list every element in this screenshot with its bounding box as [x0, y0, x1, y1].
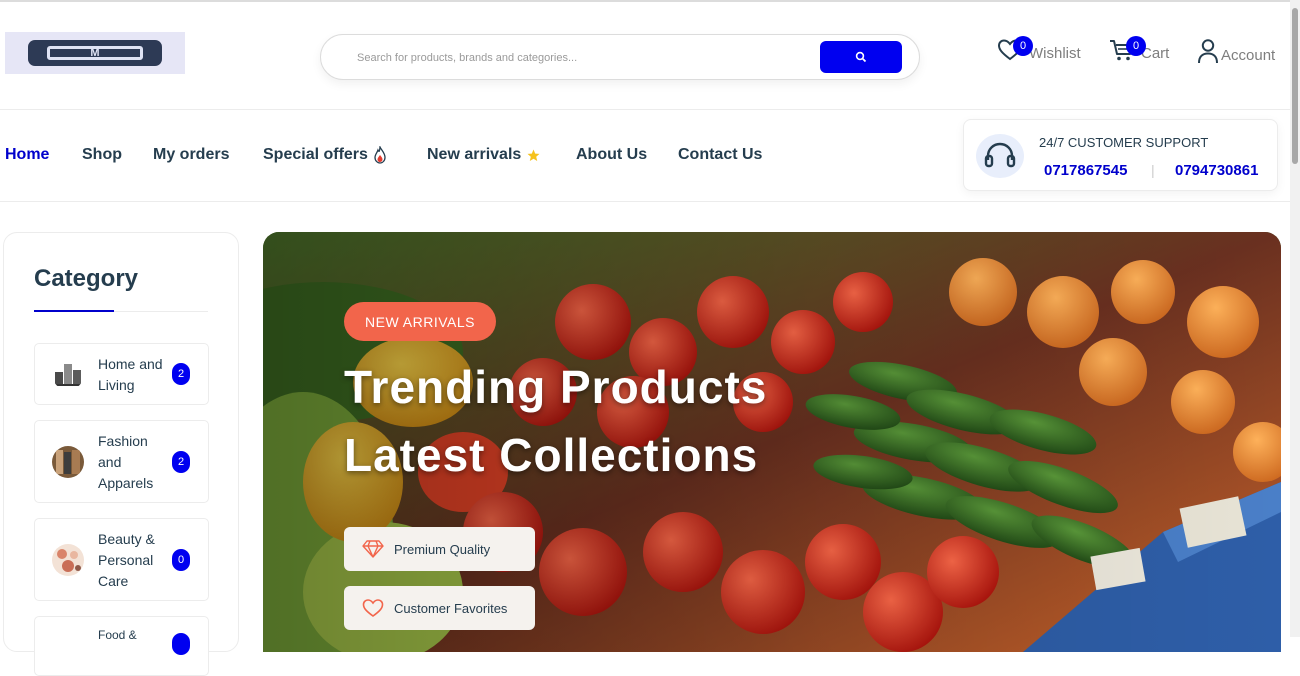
nav-my-orders-label: My orders [153, 146, 230, 163]
nav-shop-label: Shop [82, 146, 122, 163]
category-name: Home and Living [98, 356, 163, 393]
search-bar [320, 34, 920, 80]
nav-special-offers[interactable]: Special offers [263, 146, 387, 164]
hero-heading-line-1: Trending Products [344, 361, 768, 413]
hero-banner: NEW ARRIVALS Trending Products Latest Co… [263, 232, 1281, 652]
flame-icon [374, 146, 386, 164]
diamond-icon [362, 538, 384, 560]
logo-mark: M [28, 40, 162, 66]
cart-link[interactable]: Cart 0 [1109, 36, 1169, 62]
support-phone-2[interactable]: 0794730861 [1175, 162, 1258, 179]
category-item-home-living[interactable]: Home and Living 2 [34, 343, 209, 405]
feature-customer-favorites: Customer Favorites [344, 586, 535, 630]
site-header: M Wishlist 0 Cart 0 Account [0, 2, 1290, 110]
logo-letter: M [47, 46, 143, 60]
nav-about-us[interactable]: About Us [576, 146, 647, 164]
wishlist-count-badge: 0 [1013, 36, 1033, 56]
category-count-badge: 0 [172, 549, 190, 571]
category-thumbnail [52, 446, 84, 478]
category-item-beauty[interactable]: Beauty & Personal Care 0 [34, 518, 209, 601]
customer-support-box: 24/7 CUSTOMER SUPPORT 0717867545 | 07947… [963, 119, 1278, 191]
feature-label: Customer Favorites [394, 600, 508, 616]
category-item-food[interactable]: Food & [34, 616, 209, 676]
category-thumbnail [52, 544, 84, 576]
category-thumbnail [52, 358, 84, 390]
nav-home-label: Home [5, 146, 50, 163]
nav-contact-us[interactable]: Contact Us [678, 146, 762, 164]
star-icon [527, 149, 540, 161]
nav-new-arrivals-label: New arrivals [427, 146, 522, 163]
account-link[interactable]: Account [1197, 38, 1275, 64]
page-scrollbar[interactable] [1290, 0, 1300, 637]
nav-home[interactable]: Home [5, 146, 49, 164]
search-input[interactable] [357, 47, 807, 69]
scrollbar-thumb[interactable] [1292, 8, 1298, 164]
site-logo[interactable]: M [5, 32, 185, 74]
category-item-fashion[interactable]: Fashion and Apparels 2 [34, 420, 209, 503]
category-count-badge: 2 [172, 451, 190, 473]
support-title: 24/7 CUSTOMER SUPPORT [1039, 135, 1209, 150]
wishlist-label: Wishlist [1029, 45, 1081, 62]
nav-about-us-label: About Us [576, 146, 648, 163]
wishlist-link[interactable]: Wishlist 0 [997, 36, 1081, 62]
nav-contact-us-label: Contact Us [678, 146, 763, 163]
cart-count-badge: 0 [1126, 36, 1146, 56]
support-phone-1[interactable]: 0717867545 [1044, 162, 1127, 179]
search-icon [855, 51, 867, 63]
new-arrivals-tag: NEW ARRIVALS [344, 302, 496, 341]
headset-icon [984, 142, 1016, 168]
category-sidebar: Category Home and Living 2 Fashion and A… [3, 232, 239, 676]
user-icon [1198, 39, 1218, 64]
hero-heading-line-2: Latest Collections [344, 429, 759, 481]
nav-special-offers-label: Special offers [263, 146, 368, 163]
heart-outline-icon [362, 597, 384, 619]
phone-separator: | [1151, 162, 1155, 178]
sidebar-divider-accent [34, 310, 114, 312]
category-count-badge [172, 633, 190, 655]
support-icon-circle [976, 134, 1024, 178]
nav-new-arrivals[interactable]: New arrivals [427, 146, 540, 164]
search-button[interactable] [820, 41, 902, 73]
category-name: Fashion and Apparels [98, 433, 154, 491]
category-count-badge: 2 [172, 363, 190, 385]
nav-shop[interactable]: Shop [82, 146, 122, 164]
nav-my-orders[interactable]: My orders [153, 146, 229, 164]
account-label: Account [1221, 47, 1276, 64]
main-nav: Home Shop My orders Special offers New a… [0, 110, 1290, 202]
sidebar-title: Category [34, 265, 139, 292]
feature-label: Premium Quality [394, 541, 491, 557]
category-name: Beauty & Personal Care [98, 531, 155, 589]
feature-premium-quality: Premium Quality [344, 527, 535, 571]
